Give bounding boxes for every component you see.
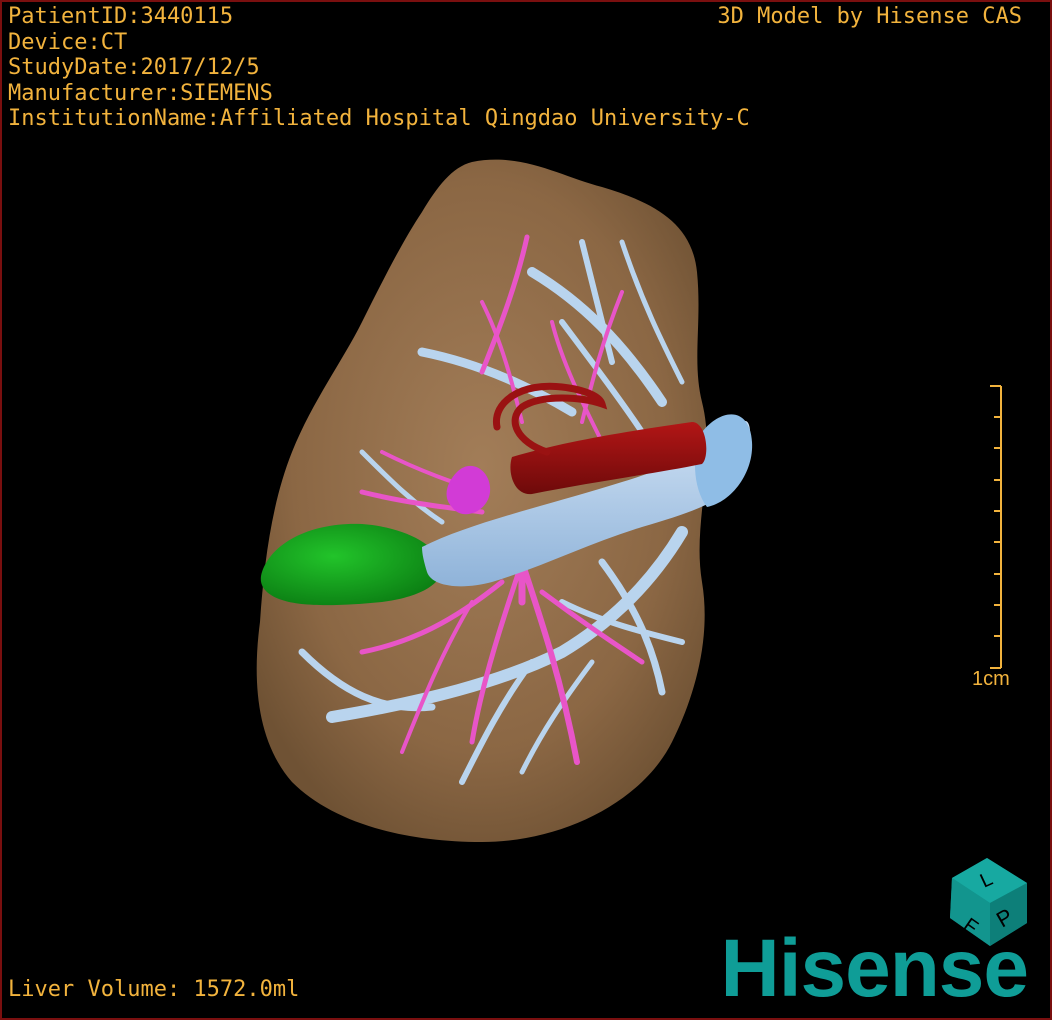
scale-bar — [990, 385, 1002, 669]
3d-viewport[interactable]: PatientID:3440115 Device:CT StudyDate:20… — [0, 0, 1052, 1020]
institution-name: InstitutionName:Affiliated Hospital Qing… — [8, 106, 750, 131]
liver-volume: Liver Volume: 1572.0ml — [8, 977, 300, 1002]
patient-id: PatientID:3440115 — [8, 4, 234, 29]
scale-label: 1cm — [972, 668, 1010, 690]
study-date: StudyDate:2017/12/5 — [8, 55, 260, 80]
liver-3d-model[interactable] — [2, 2, 1050, 1018]
hisense-logo: Hisense — [720, 923, 1029, 1014]
manufacturer: Manufacturer:SIEMENS — [8, 80, 273, 106]
model-credit: 3D Model by Hisense CAS — [717, 4, 1022, 29]
device: Device:CT — [8, 29, 128, 55]
dicom-info-panel: PatientID:3440115 Device:CT StudyDate:20… — [8, 4, 750, 132]
